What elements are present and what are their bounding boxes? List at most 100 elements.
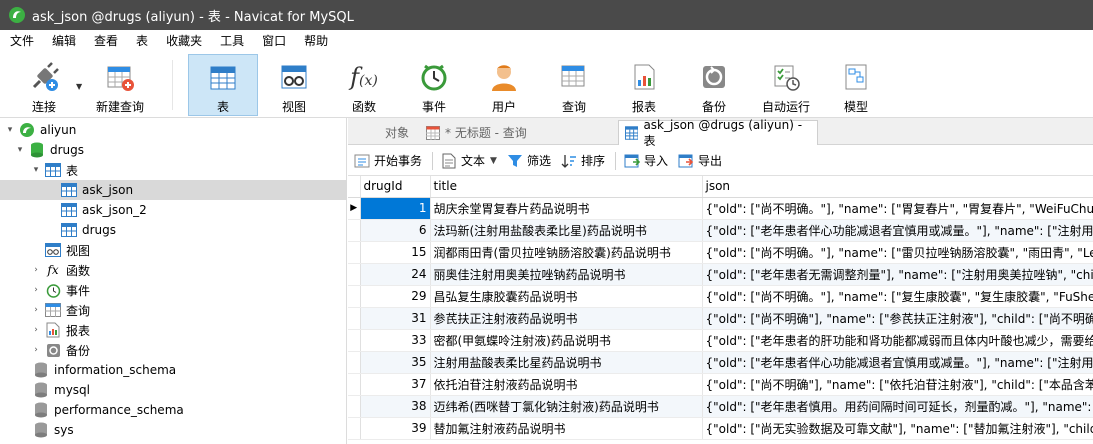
tree-views[interactable]: 视图 [42,240,90,260]
connect-button[interactable]: 连接 [14,54,74,116]
cell-json[interactable]: {"old": ["尚不明确"], "name": ["参芪扶正注射液"], "… [702,307,1093,330]
user-button[interactable]: 用户 [474,54,534,116]
tree-database-performance-schema[interactable]: performance_schema [30,400,184,420]
tree-database-sys[interactable]: sys [30,420,74,440]
cell-title[interactable]: 替加氟注射液药品说明书 [430,417,703,440]
expand-arrow-icon[interactable]: › [30,285,42,295]
expand-arrow-icon[interactable]: › [30,265,42,275]
table-row[interactable]: 38 迈纬希(西咪替丁氯化钠注射液)药品说明书 {"old": ["老年患者慎用… [348,395,1093,418]
table-row[interactable]: 37 依托泊苷注射液药品说明书 {"old": ["尚不明确"], "name"… [348,373,1093,396]
tree-database-drugs[interactable]: ▾ drugs [14,140,84,160]
tree-database-information-schema[interactable]: information_schema [30,360,176,380]
cell-title[interactable]: 胡庆余堂胃复春片药品说明书 [430,197,703,220]
cell-title[interactable]: 密都(甲氨蝶呤注射液)药品说明书 [430,329,703,352]
table-row[interactable]: 15 润都雨田青(雷贝拉唑钠肠溶胶囊)药品说明书 {"old": ["尚不明确。… [348,241,1093,264]
table-button[interactable]: 表 [188,54,258,116]
cell-drugid[interactable]: 37 [360,373,431,396]
cell-title[interactable]: 昌弘复生康胶囊药品说明书 [430,285,703,308]
tree-connection-aliyun[interactable]: ▾ aliyun [0,120,76,140]
cell-drugid[interactable]: 24 [360,263,431,286]
export-button[interactable]: 导出 [678,152,722,169]
table-row[interactable]: 35 注射用盐酸表柔比星药品说明书 {"old": ["老年患者伴心功能减退者宜… [348,351,1093,374]
menu-favorites[interactable]: 收藏夹 [157,30,211,52]
table-row[interactable]: ▶ 1 胡庆余堂胃复春片药品说明书 {"old": ["尚不明确。"], "na… [348,197,1093,220]
tree-functions[interactable]: › fx 函数 [30,260,90,280]
tree-backups[interactable]: › 备份 [30,340,90,360]
menu-table[interactable]: 表 [127,30,157,52]
cell-title[interactable]: 丽奥佳注射用奥美拉唑钠药品说明书 [430,263,703,286]
new-query-button[interactable]: 新建查询 [92,54,148,116]
table-row[interactable]: 29 昌弘复生康胶囊药品说明书 {"old": ["尚不明确。"], "name… [348,285,1093,308]
filter-button[interactable]: 筛选 [507,152,551,169]
menu-tools[interactable]: 工具 [211,30,253,52]
function-button[interactable]: f(x) 函数 [334,54,394,116]
expand-arrow-icon[interactable]: › [30,325,42,335]
tab-ask-json-table[interactable]: ask_json @drugs (aliyun) - 表 [618,118,818,148]
cell-drugid[interactable]: 6 [360,219,431,242]
data-grid[interactable]: drugId title json ▶ 1 胡庆余堂胃复春片药品说明书 {"ol… [348,176,1093,444]
text-button[interactable]: 文本 ▼ [441,152,497,169]
cell-title[interactable]: 迈纬希(西咪替丁氯化钠注射液)药品说明书 [430,395,703,418]
column-header-title[interactable]: title [430,176,703,198]
table-row[interactable]: 33 密都(甲氨蝶呤注射液)药品说明书 {"old": ["老年患者的肝功能和肾… [348,329,1093,352]
cell-json[interactable]: {"old": ["老年患者慎用。用药间隔时间可延长，剂量酌减。"], "nam… [702,395,1093,418]
table-row[interactable]: 6 法玛新(注射用盐酸表柔比星)药品说明书 {"old": ["老年患者伴心功能… [348,219,1093,242]
cell-json[interactable]: {"old": ["老年患者的肝功能和肾功能都减弱而且体内叶酸也减少，需要给 [702,329,1093,352]
menu-help[interactable]: 帮助 [295,30,337,52]
cell-json[interactable]: {"old": ["老年患者无需调整剂量"], "name": ["注射用奥美拉… [702,263,1093,286]
cell-json[interactable]: {"old": ["尚不明确。"], "name": ["胃复春片", "胃复春… [702,197,1093,220]
cell-json[interactable]: {"old": ["老年患者伴心功能减退者宜慎用或减量。"], "name": … [702,219,1093,242]
cell-json[interactable]: {"old": ["尚不明确。"], "name": ["复生康胶囊", "复生… [702,285,1093,308]
cell-json[interactable]: {"old": ["尚无实验数据及可靠文献"], "name": ["替加氟注射… [702,417,1093,440]
cell-title[interactable]: 注射用盐酸表柔比星药品说明书 [430,351,703,374]
tree-table-ask-json-2[interactable]: ask_json_2 [58,200,147,220]
tree-reports[interactable]: › 报表 [30,320,90,340]
event-button[interactable]: 事件 [404,54,464,116]
tree-table-ask-json[interactable]: ask_json [0,180,347,200]
cell-drugid[interactable]: 1 [360,197,431,220]
cell-drugid[interactable]: 15 [360,241,431,264]
column-header-drugid[interactable]: drugId [360,176,431,198]
connect-dropdown-icon[interactable]: ▼ [76,82,82,91]
menu-window[interactable]: 窗口 [253,30,295,52]
begin-transaction-button[interactable]: 开始事务 [354,152,422,169]
cell-json[interactable]: {"old": ["老年患者伴心功能减退者宜慎用或减量。"], "name": … [702,351,1093,374]
cell-drugid[interactable]: 33 [360,329,431,352]
table-row[interactable]: 31 参芪扶正注射液药品说明书 {"old": ["尚不明确"], "name"… [348,307,1093,330]
cell-title[interactable]: 法玛新(注射用盐酸表柔比星)药品说明书 [430,219,703,242]
tree-events[interactable]: › 事件 [30,280,90,300]
view-button[interactable]: 视图 [264,54,324,116]
cell-title[interactable]: 润都雨田青(雷贝拉唑钠肠溶胶囊)药品说明书 [430,241,703,264]
tree-queries[interactable]: › 查询 [30,300,90,320]
expand-arrow-icon[interactable]: › [30,345,42,355]
collapse-arrow-icon[interactable]: ▾ [14,145,26,155]
report-button[interactable]: 报表 [614,54,674,116]
collapse-arrow-icon[interactable]: ▾ [30,165,42,175]
import-button[interactable]: 导入 [624,152,668,169]
cell-drugid[interactable]: 38 [360,395,431,418]
cell-json[interactable]: {"old": ["尚不明确"], "name": ["依托泊苷注射液"], "… [702,373,1093,396]
cell-drugid[interactable]: 35 [360,351,431,374]
collapse-arrow-icon[interactable]: ▾ [4,125,16,135]
cell-title[interactable]: 依托泊苷注射液药品说明书 [430,373,703,396]
cell-json[interactable]: {"old": ["尚不明确。"], "name": ["雷贝拉唑钠肠溶胶囊",… [702,241,1093,264]
cell-title[interactable]: 参芪扶正注射液药品说明书 [430,307,703,330]
menu-edit[interactable]: 编辑 [43,30,85,52]
tab-untitled-query[interactable]: * 无标题 - 查询 [420,120,610,145]
table-row[interactable]: 39 替加氟注射液药品说明书 {"old": ["尚无实验数据及可靠文献"], … [348,417,1093,440]
query-button[interactable]: 查询 [544,54,604,116]
tree-table-drugs[interactable]: drugs [58,220,116,240]
model-button[interactable]: 模型 [826,54,886,116]
column-header-json[interactable]: json [702,176,1093,198]
tree-tables-folder[interactable]: ▾ 表 [30,160,78,180]
sort-button[interactable]: 排序 [561,152,605,169]
automation-button[interactable]: 自动运行 [754,54,818,116]
expand-arrow-icon[interactable]: › [30,305,42,315]
backup-button[interactable]: 备份 [684,54,744,116]
cell-drugid[interactable]: 39 [360,417,431,440]
menu-file[interactable]: 文件 [0,30,43,52]
menu-view[interactable]: 查看 [85,30,127,52]
table-row[interactable]: 24 丽奥佳注射用奥美拉唑钠药品说明书 {"old": ["老年患者无需调整剂量… [348,263,1093,286]
cell-drugid[interactable]: 29 [360,285,431,308]
tree-database-mysql[interactable]: mysql [30,380,90,400]
